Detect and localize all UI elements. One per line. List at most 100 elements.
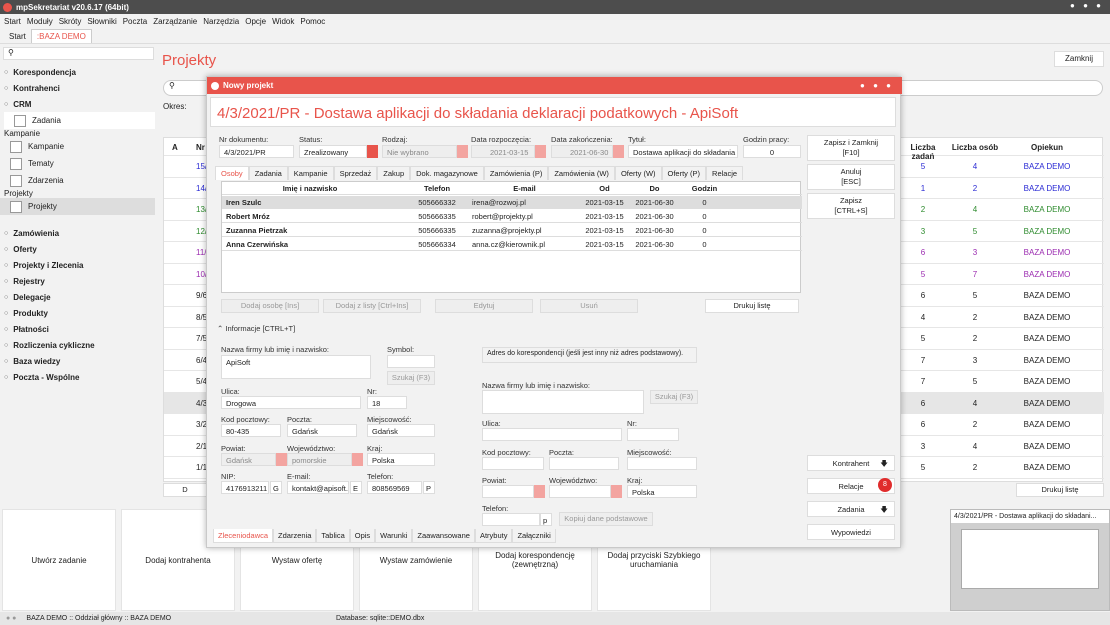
tab-atrybuty[interactable]: Atrybuty bbox=[474, 529, 513, 543]
field-house-nr[interactable]: 18 bbox=[367, 396, 407, 409]
field-rodzaj[interactable]: Nie wybrano bbox=[382, 145, 457, 158]
sidebar-oferty[interactable]: Oferty bbox=[0, 241, 155, 257]
field-corr-phone[interactable] bbox=[482, 513, 540, 526]
field-corr-street[interactable] bbox=[482, 428, 622, 441]
sidebar-rozliczenia[interactable]: Rozliczenia cykliczne bbox=[0, 337, 155, 353]
sidebar-item-projekty[interactable]: Projekty bbox=[0, 198, 155, 215]
search-button[interactable]: Szukaj (F3) bbox=[387, 371, 435, 385]
menu-moduly[interactable]: Moduły bbox=[27, 17, 53, 26]
field-nr[interactable]: 4/3/2021/PR bbox=[219, 145, 294, 158]
field-corr-post[interactable] bbox=[549, 457, 619, 470]
person-row[interactable]: Iren Szulc 505666332 irena@rozwoj.pl 2021-0… bbox=[222, 196, 802, 209]
sidebar-crm[interactable]: CRM bbox=[0, 96, 155, 112]
tab-sprzedaz[interactable]: Sprzedaż bbox=[333, 166, 378, 180]
calendar-icon[interactable] bbox=[535, 145, 546, 158]
menu-zarzadzanie[interactable]: Zarządzanie bbox=[153, 17, 197, 26]
menu-narzedzia[interactable]: Narzędzia bbox=[203, 17, 239, 26]
tab-kampanie[interactable]: Kampanie bbox=[287, 166, 334, 180]
person-row[interactable]: Zuzanna Pietrzak 505666335 zuzanna@projekt… bbox=[222, 224, 802, 237]
sidebar-item-kampanie[interactable]: Kampanie bbox=[0, 138, 155, 155]
field-city[interactable]: Gdańsk bbox=[367, 424, 435, 437]
field-symbol[interactable] bbox=[387, 355, 435, 368]
tab-tablica[interactable]: Tablica bbox=[316, 529, 350, 543]
sidebar-poczta-wspolne[interactable]: Poczta - Wspólne bbox=[0, 369, 155, 385]
chevron-down-icon[interactable] bbox=[611, 485, 622, 498]
menu-slowniki[interactable]: Słowniki bbox=[87, 17, 116, 26]
field-corr-country[interactable]: Polska bbox=[627, 485, 697, 498]
field-corr-voivodeship[interactable] bbox=[549, 485, 611, 498]
field-corr-city[interactable] bbox=[627, 457, 697, 470]
field-title[interactable]: Dostawa aplikacji do składania d bbox=[628, 145, 738, 158]
add-from-list-button[interactable]: Dodaj z listy [Ctrl+Ins] bbox=[323, 299, 421, 313]
tab-zam-w[interactable]: Zamówienia (W) bbox=[548, 166, 615, 180]
sidebar-item-zadania[interactable]: Zadania bbox=[4, 112, 155, 129]
copy-basic-data-button[interactable]: Kopiuj dane podstawowe bbox=[559, 512, 653, 526]
field-nip[interactable]: 4176913211 bbox=[221, 481, 269, 494]
field-corr-nr[interactable] bbox=[627, 428, 679, 441]
field-post[interactable]: Gdańsk bbox=[287, 424, 357, 437]
dialog-menu-dots[interactable]: ● ● ● bbox=[860, 81, 894, 90]
menu-pomoc[interactable]: Pomoc bbox=[300, 17, 325, 26]
tab-zdarzenia[interactable]: Zdarzenia bbox=[273, 529, 317, 543]
window-menu-dots[interactable]: ● ● ● bbox=[1070, 1, 1104, 10]
tab-zakup[interactable]: Zakup bbox=[377, 166, 411, 180]
info-section-toggle[interactable]: ⌃ Informacje [CTRL+T] bbox=[217, 324, 295, 333]
partial-button[interactable]: D bbox=[163, 483, 207, 497]
tab-zleceniodawca[interactable]: Zleceniodawca bbox=[213, 529, 274, 543]
sidebar-platnosci[interactable]: Płatności bbox=[0, 321, 155, 337]
edit-button[interactable]: Edytuj bbox=[435, 299, 533, 313]
print-list-button[interactable]: Drukuj listę bbox=[1016, 483, 1104, 497]
field-company[interactable]: ApiSoft bbox=[221, 355, 371, 379]
tab-zadania[interactable]: Zadania bbox=[248, 166, 288, 180]
cancel-button[interactable]: Anuluj [ESC] bbox=[807, 164, 895, 190]
person-row[interactable]: Anna Czerwińska 505666334 anna.cz@kierowni… bbox=[222, 238, 802, 251]
menu-opcje[interactable]: Opcje bbox=[245, 17, 266, 26]
field-start-date[interactable]: 2021-03-15 bbox=[471, 145, 535, 158]
tab-dok-mag[interactable]: Dok. magazynowe bbox=[410, 166, 484, 180]
col-liczba-osob[interactable]: Liczba osób bbox=[951, 143, 999, 152]
delete-button[interactable]: Usuń bbox=[540, 299, 638, 313]
tab-baza-demo[interactable]: :BAZA DEMO bbox=[30, 29, 92, 43]
save-close-button[interactable]: Zapisz i Zamknij [F10] bbox=[807, 135, 895, 161]
chevron-down-icon[interactable] bbox=[534, 485, 545, 498]
relations-button[interactable]: Relacje 8 bbox=[807, 478, 895, 494]
sidebar-zamowienia[interactable]: Zamówienia bbox=[0, 225, 155, 241]
field-status[interactable]: Zrealizowany bbox=[299, 145, 367, 158]
phone-action[interactable]: P bbox=[423, 481, 435, 494]
tile-create-task[interactable]: Utwórz zadanie bbox=[2, 509, 116, 611]
corr-phone-action[interactable]: p bbox=[540, 513, 552, 526]
sidebar-kontrahenci[interactable]: Kontrahenci bbox=[0, 80, 155, 96]
sidebar-baza-wiedzy[interactable]: Baza wiedzy bbox=[0, 353, 155, 369]
tab-warunki[interactable]: Warunki bbox=[375, 529, 413, 543]
statements-button[interactable]: Wypowiedzi bbox=[807, 524, 895, 540]
field-county[interactable]: Gdańsk bbox=[221, 453, 276, 466]
sidebar-item-zdarzenia[interactable]: Zdarzenia bbox=[0, 172, 155, 189]
sidebar-delegacje[interactable]: Delegacje bbox=[0, 289, 155, 305]
field-postcode[interactable]: 80-435 bbox=[221, 424, 281, 437]
save-button[interactable]: Zapisz [CTRL+S] bbox=[807, 193, 895, 219]
window-thumbnail[interactable]: 4/3/2021/PR - Dostawa aplikacji do skład… bbox=[950, 509, 1110, 611]
person-row[interactable]: Robert Mróz 505666335 robert@projekty.pl 20… bbox=[222, 210, 802, 223]
field-email[interactable]: kontakt@apisoft.p bbox=[287, 481, 349, 494]
tab-opis[interactable]: Opis bbox=[349, 529, 376, 543]
field-hours[interactable]: 0 bbox=[743, 145, 801, 158]
close-button[interactable]: Zamknij bbox=[1054, 51, 1104, 67]
contractor-button[interactable]: Kontrahent 🡇 bbox=[807, 455, 895, 471]
chevron-down-icon[interactable] bbox=[457, 145, 468, 158]
tab-oferty-p[interactable]: Oferty (P) bbox=[661, 166, 707, 180]
menu-start[interactable]: Start bbox=[4, 17, 21, 26]
tasks-button[interactable]: Zadania 🡇 bbox=[807, 501, 895, 517]
calendar-icon[interactable] bbox=[613, 145, 624, 158]
chevron-down-icon[interactable] bbox=[367, 145, 378, 158]
tab-osoby[interactable]: Osoby bbox=[215, 166, 249, 180]
menu-skroty[interactable]: Skróty bbox=[59, 17, 82, 26]
sidebar-search-input[interactable]: ⚲ bbox=[3, 47, 154, 60]
email-action[interactable]: E bbox=[350, 481, 362, 494]
field-corr-postcode[interactable] bbox=[482, 457, 544, 470]
field-phone[interactable]: 808569569 bbox=[367, 481, 422, 494]
col-a[interactable]: A bbox=[172, 143, 178, 152]
sidebar-projekty-zlecenia[interactable]: Projekty i Zlecenia bbox=[0, 257, 155, 273]
field-street[interactable]: Drogowa bbox=[221, 396, 361, 409]
tab-zaawansowane[interactable]: Zaawansowane bbox=[412, 529, 475, 543]
tab-zam-p[interactable]: Zamówienia (P) bbox=[483, 166, 549, 180]
